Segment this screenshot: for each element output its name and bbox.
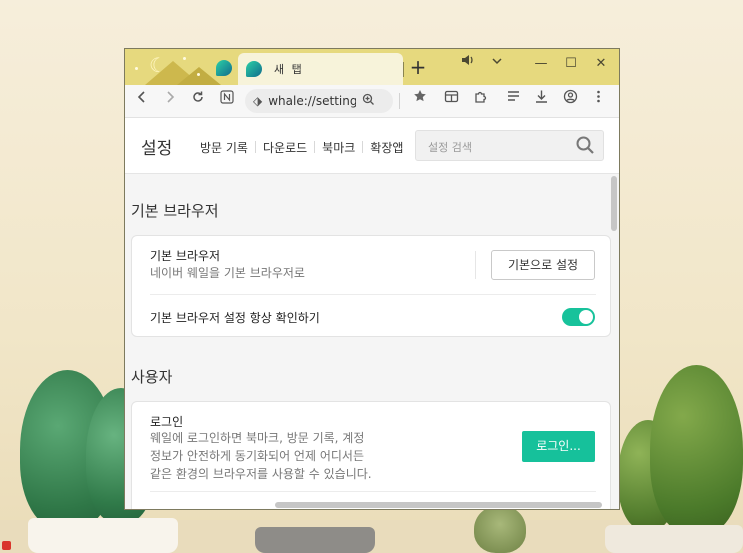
row-description: 네이버 웨일을 기본 브라우저로 <box>150 266 305 280</box>
row-title: 기본 브라우저 <box>150 249 221 263</box>
chevron-down-icon[interactable] <box>487 53 507 75</box>
reload-icon[interactable] <box>187 89 209 111</box>
title-bar[interactable]: ☾ 새 탭 + — ☐ ✕ <box>125 49 619 85</box>
row-divider <box>150 294 596 295</box>
section-title-user: 사용자 <box>131 368 173 386</box>
star-decoration <box>135 67 138 70</box>
cactus-image <box>650 365 743 535</box>
settings-search[interactable]: 설정 검색 <box>415 130 604 161</box>
browser-toolbar: ⬗ whale://settings <box>125 85 619 118</box>
nav-separator <box>362 141 364 153</box>
minimize-button[interactable]: — <box>531 53 551 75</box>
moon-icon: ☾ <box>149 53 167 77</box>
speaker-icon[interactable] <box>458 53 478 75</box>
always-check-label: 기본 브라우저 설정 항상 확인하기 <box>150 311 320 325</box>
settings-page: 설정 방문 기록 다운로드 북마크 확장앱 설정 검색 기본 브라우저 기본 브… <box>125 118 619 509</box>
profile-icon[interactable] <box>559 89 581 111</box>
tab-pinned[interactable] <box>211 55 237 81</box>
login-description: 웨일에 로그인하면 북마크, 방문 기록, 계정 <box>150 431 365 445</box>
default-browser-card: 기본 브라우저 네이버 웨일을 기본 브라우저로 기본으로 설정 기본 브라우저… <box>131 235 611 337</box>
plant-pot <box>28 518 178 553</box>
horizontal-scrollbar[interactable] <box>275 502 602 508</box>
tab-new-tab[interactable]: 새 탭 <box>238 53 403 85</box>
bookmark-star-icon[interactable] <box>409 89 431 111</box>
nav-downloads[interactable]: 다운로드 <box>263 139 307 156</box>
login-description: 정보가 안전하게 동기화되어 언제 어디서든 <box>150 449 364 463</box>
star-decoration <box>197 73 200 76</box>
vertical-scrollbar[interactable] <box>611 176 617 231</box>
user-card: 로그인 웨일에 로그인하면 북마크, 방문 기록, 계정 정보가 안전하게 동기… <box>131 401 611 509</box>
nav-extensions[interactable]: 확장앱 <box>370 139 403 156</box>
nav-separator <box>314 141 316 153</box>
login-button[interactable]: 로그인... <box>522 431 595 462</box>
extensions-icon[interactable] <box>469 89 491 111</box>
row-divider <box>150 491 596 492</box>
toolbar-divider <box>399 93 400 109</box>
plant-pot <box>255 527 375 553</box>
back-icon[interactable] <box>131 89 153 111</box>
address-text: whale://settings <box>268 94 357 108</box>
nav-bookmarks[interactable]: 북마크 <box>322 139 355 156</box>
set-default-button[interactable]: 기본으로 설정 <box>491 250 595 280</box>
section-title-default-browser: 기본 브라우저 <box>131 202 219 220</box>
vertical-divider <box>475 251 476 279</box>
login-description: 같은 환경의 브라우저를 사용할 수 있습니다. <box>150 467 372 481</box>
new-tab-button[interactable]: + <box>408 57 428 78</box>
reading-list-icon[interactable] <box>502 89 524 111</box>
browser-window: ☾ 새 탭 + — ☐ ✕ ⬗ whale://settings 설정 방문 기… <box>124 48 620 510</box>
zoom-icon[interactable] <box>362 93 375 109</box>
close-button[interactable]: ✕ <box>591 53 611 75</box>
maximize-button[interactable]: ☐ <box>561 53 581 75</box>
settings-nav: 방문 기록 다운로드 북마크 확장앱 <box>200 139 403 156</box>
always-check-toggle[interactable] <box>562 308 595 326</box>
settings-content: 기본 브라우저 기본 브라우저 네이버 웨일을 기본 브라우저로 기본으로 설정… <box>125 174 619 509</box>
download-icon[interactable] <box>530 89 552 111</box>
forward-icon[interactable] <box>159 89 181 111</box>
search-input[interactable]: 설정 검색 <box>428 139 472 155</box>
whale-icon <box>246 61 262 77</box>
login-title: 로그인 <box>150 415 184 429</box>
plant-pot <box>605 525 743 553</box>
cactus-image <box>474 505 526 553</box>
sidebar-panel-icon[interactable] <box>440 89 462 111</box>
more-menu-icon[interactable] <box>587 89 609 111</box>
toggle-knob <box>579 310 593 324</box>
whale-icon <box>216 60 232 76</box>
taskbar-app-icon[interactable] <box>2 541 11 550</box>
tab-divider <box>403 62 404 77</box>
star-decoration <box>183 57 186 60</box>
settings-header: 설정 방문 기록 다운로드 북마크 확장앱 설정 검색 <box>125 118 619 174</box>
page-title: 설정 <box>141 139 173 159</box>
search-icon[interactable] <box>575 135 595 155</box>
address-bar[interactable]: ⬗ whale://settings <box>245 89 393 113</box>
whale-icon: ⬗ <box>253 94 263 108</box>
nav-history[interactable]: 방문 기록 <box>200 139 248 156</box>
nav-separator <box>254 141 256 153</box>
tab-title: 새 탭 <box>274 63 304 76</box>
naver-icon[interactable] <box>216 89 238 111</box>
